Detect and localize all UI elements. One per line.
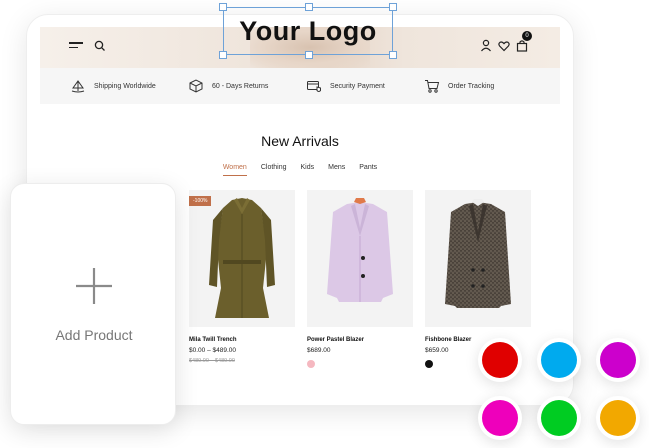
feature-returns: 60 - Days Returns [188, 77, 268, 95]
product-price: $0.00 – $489.00 [189, 347, 236, 354]
product-name[interactable]: Power Pastel Blazer [307, 337, 413, 343]
add-product-card[interactable]: Add Product [10, 183, 176, 425]
resize-handle-top-left[interactable] [219, 3, 227, 11]
product-image[interactable]: -100% [189, 190, 295, 327]
tab-kids[interactable]: Kids [294, 164, 322, 171]
feature-label: 60 - Days Returns [212, 82, 269, 90]
product-name[interactable]: Fishbone Blazer [425, 337, 531, 343]
section-title: New Arrivals [261, 133, 339, 149]
product-image[interactable] [425, 190, 531, 327]
product-card[interactable]: Power Pastel Blazer $689.00 [307, 190, 413, 368]
trench-coat-image [209, 198, 275, 318]
fishbone-blazer-image [445, 199, 511, 308]
product-card[interactable]: -100% Mila Twill Trench $0.00 – $489.00 … [189, 190, 295, 364]
feature-label: Security Payment [330, 82, 385, 90]
feature-shipping: Shipping Worldwide [70, 77, 156, 95]
color-option-magenta[interactable] [478, 396, 522, 440]
color-option-red[interactable] [478, 338, 522, 382]
tab-clothing[interactable]: Clothing [254, 164, 294, 171]
resize-handle-bottom[interactable] [305, 51, 313, 59]
user-icon[interactable] [479, 38, 493, 54]
product-image[interactable] [307, 190, 413, 327]
cart-tracking-icon [425, 80, 440, 93]
heart-icon[interactable] [497, 38, 511, 54]
color-option-orange[interactable] [596, 396, 640, 440]
color-swatch[interactable] [425, 360, 433, 368]
color-swatch[interactable] [307, 360, 315, 368]
color-option-green[interactable] [537, 396, 581, 440]
product-card[interactable]: Fishbone Blazer $659.00 [425, 190, 531, 368]
cart-count-badge: 0 [522, 31, 532, 41]
ship-icon [71, 80, 85, 93]
feature-label: Order Tracking [448, 82, 495, 90]
resize-handle-top-right[interactable] [389, 3, 397, 11]
color-option-blue[interactable] [537, 338, 581, 382]
secure-card-icon [307, 81, 321, 92]
feature-tracking: Order Tracking [424, 77, 494, 95]
menu-icon[interactable] [69, 42, 83, 52]
resize-handle-top[interactable] [305, 3, 313, 11]
tab-mens[interactable]: Mens [321, 164, 352, 171]
pastel-blazer-image [327, 198, 393, 302]
category-tabs: Women Clothing Kids Mens Pants [40, 164, 560, 176]
stage: { "logo": { "text": "Your Logo" }, "head… [0, 0, 649, 448]
features-bar: Shipping Worldwide 60 - Days Returns Sec… [40, 68, 560, 104]
resize-handle-bottom-left[interactable] [219, 51, 227, 59]
search-icon[interactable] [93, 39, 107, 53]
color-option-purple[interactable] [596, 338, 640, 382]
tab-pants[interactable]: Pants [352, 164, 384, 171]
feature-security: Security Payment [306, 77, 385, 95]
logo-text: Your Logo [239, 15, 377, 46]
returns-box-icon [189, 79, 203, 93]
add-product-label: Add Product [55, 327, 133, 343]
product-price: $689.00 [307, 347, 331, 354]
logo-selection-box[interactable]: Your Logo [219, 3, 397, 59]
product-name[interactable]: Mila Twill Trench [189, 337, 295, 343]
tab-women[interactable]: Women [216, 164, 254, 176]
plus-icon [76, 268, 112, 304]
discount-badge: -100% [189, 196, 212, 206]
resize-handle-bottom-right[interactable] [389, 51, 397, 59]
product-old-price: $489.00 – $489.00 [189, 358, 235, 364]
feature-label: Shipping Worldwide [94, 82, 156, 90]
